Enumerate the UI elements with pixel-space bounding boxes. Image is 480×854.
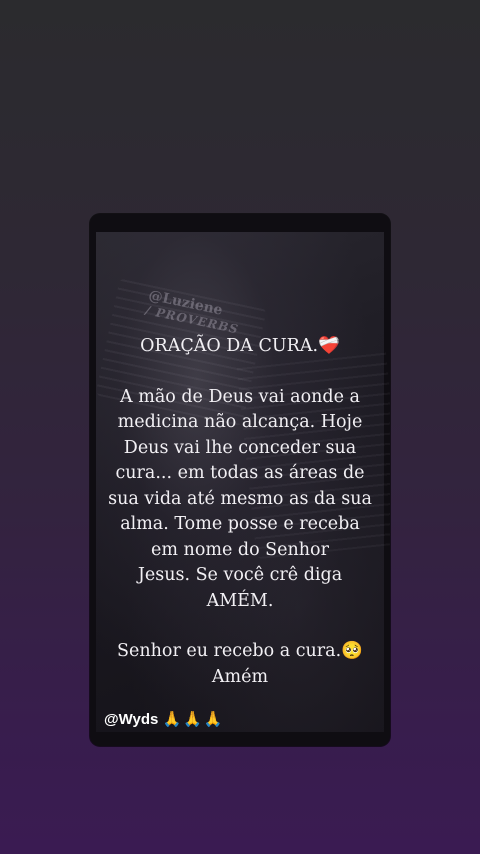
prayer-title: ORAÇÃO DA CURA.❤️‍🩹	[140, 336, 340, 356]
closing-amen: Amém	[211, 666, 269, 687]
prayer-line: alma. Tome posse e receba	[120, 514, 360, 534]
prayer-line: Jesus. Se você crê diga	[137, 565, 343, 585]
post-card[interactable]: @Luziene / PROVERBS ORAÇÃO DA CURA.❤️‍🩹 …	[90, 214, 390, 746]
author-handle[interactable]: @Wyds	[104, 711, 158, 728]
prayer-line: AMÉM.	[206, 590, 274, 611]
prayer-line: medicina não alcança. Hoje	[117, 412, 363, 432]
prayer-line: cura... em todas as áreas de	[115, 463, 365, 483]
prayer-line: sua vida até mesmo as da sua	[108, 488, 372, 509]
prayer-line: em nome do Senhor	[151, 539, 329, 560]
prayer-line: A mão de Deus vai aonde a	[120, 386, 360, 407]
praying-hands-icon: 🙏🙏🙏	[162, 710, 225, 728]
prayer-text: ORAÇÃO DA CURA.❤️‍🩹 A mão de Deus vai ao…	[90, 334, 390, 690]
prayer-line: Deus vai lhe conceder sua	[123, 437, 357, 458]
closing-line: Senhor eu recebo a cura.🥺	[117, 641, 363, 661]
author-tag[interactable]: @Wyds 🙏🙏🙏	[104, 710, 225, 728]
